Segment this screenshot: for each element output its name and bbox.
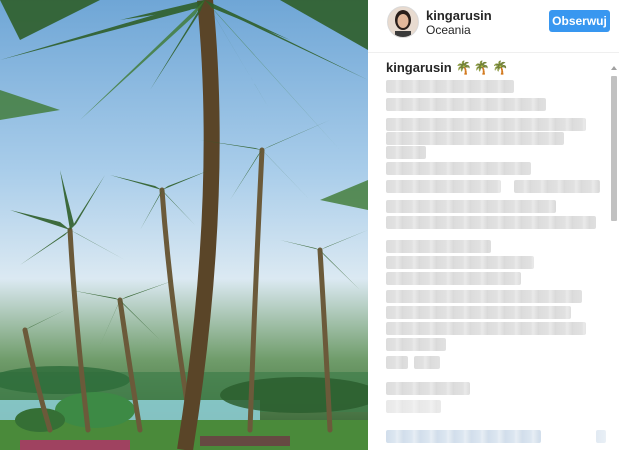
blurred-caption-and-comments [368, 0, 608, 450]
blurred-text-line [386, 306, 571, 319]
blurred-text-line [386, 290, 582, 303]
scrollbar-thumb[interactable] [611, 76, 617, 221]
blurred-text-line [386, 132, 564, 145]
blurred-text-line [386, 98, 546, 111]
blurred-text-line [386, 80, 514, 93]
palm-beach-photo [0, 0, 368, 450]
blurred-text-line [386, 118, 586, 131]
blurred-text-line [414, 356, 440, 369]
blurred-text-line [386, 162, 531, 175]
blurred-text-line [386, 382, 470, 395]
blurred-text-line [596, 430, 606, 443]
blurred-text-line [386, 400, 441, 413]
comments-scrollbar[interactable] [609, 56, 619, 450]
blurred-text-line [386, 356, 408, 369]
blurred-text-line [386, 200, 556, 213]
blurred-text-line [386, 146, 426, 159]
blurred-text-line [386, 180, 501, 193]
post-image[interactable] [0, 0, 368, 450]
blurred-text-line [386, 338, 446, 351]
blurred-text-line [386, 272, 521, 285]
blurred-text-line [386, 240, 491, 253]
blurred-text-line [386, 322, 586, 335]
blurred-text-line [386, 430, 541, 443]
blurred-text-line [514, 180, 600, 193]
blurred-text-line [386, 256, 534, 269]
post-side-panel: kingarusin Oceania Obserwuj kingarusin 🌴🌴… [368, 0, 619, 450]
scroll-up-arrow-icon[interactable] [611, 66, 617, 70]
blurred-text-line [386, 216, 596, 229]
